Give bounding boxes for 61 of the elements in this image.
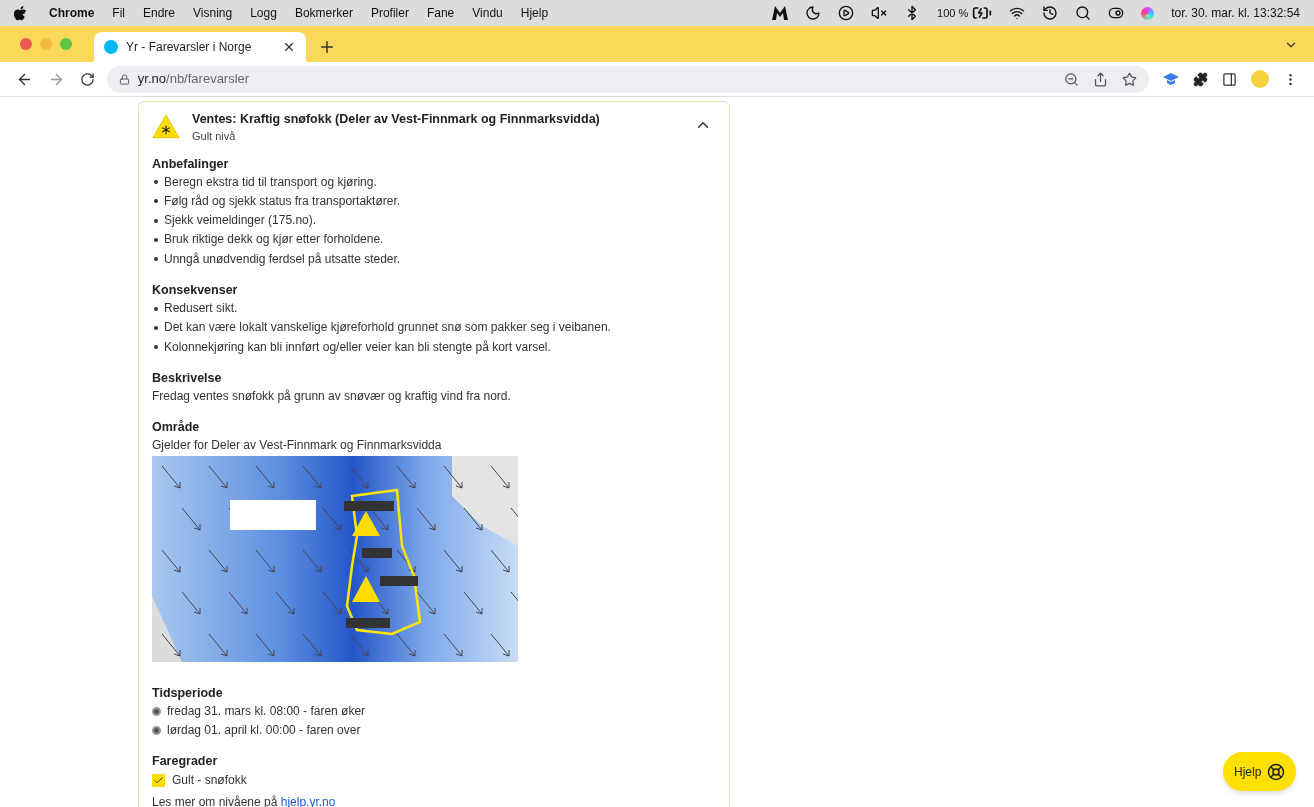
url-host: yr.no xyxy=(137,70,167,89)
section-heading: Tidsperiode xyxy=(152,684,224,702)
battery-percent: 100 % xyxy=(937,5,969,21)
new-tab-icon[interactable] xyxy=(318,38,336,56)
section-heading: Faregrader xyxy=(152,752,219,770)
help-button[interactable]: Hjelp xyxy=(1223,752,1297,791)
section-heading: Konsekvenser xyxy=(152,282,239,299)
menu-item[interactable]: Vindu xyxy=(472,4,503,22)
close-icon[interactable] xyxy=(282,40,296,54)
lifebuoy-icon xyxy=(1267,762,1286,781)
address-bar[interactable]: yr.no/nb/farevarsler xyxy=(106,65,1149,93)
section-heading: Anbefalinger xyxy=(152,155,230,173)
menu-item[interactable]: Hjelp xyxy=(520,4,549,22)
list-item-text: Beregn ekstra tid til transport og kjøring. xyxy=(164,173,377,191)
menu-item[interactable]: Fil xyxy=(112,4,125,22)
time-period-text: lørdag 01. april kl. 00:00 - faren over xyxy=(167,721,361,739)
clock-icon[interactable] xyxy=(1042,5,1059,21)
list-item-text: Følg råd og sjekk status fra transportaktører. xyxy=(164,192,401,210)
list-item-text: Det kan være lokalt vanskelige kjøreforhold grunnet snø som pakker seg i veibanen. xyxy=(164,319,611,337)
zoom-out-icon[interactable] xyxy=(1064,71,1079,87)
menu-item[interactable]: Fane xyxy=(426,4,455,22)
site-favicon-icon xyxy=(104,40,118,54)
m-logo-icon[interactable] xyxy=(772,6,789,20)
menu-item[interactable]: Bokmerker xyxy=(294,4,353,22)
time-period-text: fredag 31. mars kl. 08:00 - faren øker xyxy=(167,702,366,720)
menu-item[interactable]: Logg xyxy=(250,4,277,22)
warning-snowflake-icon xyxy=(152,114,180,139)
area-text: Gjelder for Deler av Vest-Finnmark og Finnmarksvidda xyxy=(152,436,443,454)
lock-icon xyxy=(118,73,130,85)
graduation-cap-icon[interactable] xyxy=(1163,72,1179,86)
menu-item[interactable]: Visning xyxy=(193,4,233,22)
menubar-clock[interactable]: tor. 30. mar. kl. 13:32:54 xyxy=(1171,4,1300,22)
wifi-icon[interactable] xyxy=(1009,5,1026,21)
share-icon[interactable] xyxy=(1093,71,1108,87)
menu-item[interactable]: Profiler xyxy=(370,4,409,22)
mute-icon[interactable] xyxy=(871,5,888,21)
extensions-icon[interactable] xyxy=(1193,71,1208,87)
warning-title: Ventes: Kraftig snøfokk (Deler av Vest-Finnmark og Finnmarksvidda) xyxy=(192,111,600,128)
browser-tab[interactable]: Yr - Farevarsler i Norge xyxy=(94,32,306,62)
section-heading: Område xyxy=(152,418,201,436)
apple-logo-icon[interactable] xyxy=(14,5,27,21)
star-icon[interactable] xyxy=(1122,71,1137,87)
list-item-text: Bruk riktige dekk og kjør etter forholdene. xyxy=(164,231,384,249)
warning-level: Gult nivå xyxy=(192,129,237,144)
list-item-text: Redusert sikt. xyxy=(164,300,238,317)
control-center-icon[interactable] xyxy=(1108,5,1125,21)
url-path: /nb/farevarsler xyxy=(166,70,250,89)
list-item-text: Sjekk veimeldinger (175.no). xyxy=(164,212,317,230)
section-heading: Beskrivelse xyxy=(152,369,223,387)
reload-icon[interactable] xyxy=(79,71,95,87)
list-item-text: Unngå unødvendig ferdsel på utsatte steder. xyxy=(164,250,401,268)
description-text: Fredag ventes snøfokk på grunn av snøvær og kraftig vind fra nord. xyxy=(152,387,512,405)
moon-icon[interactable] xyxy=(805,5,822,21)
list-item-text: Kolonnekjøring kan bli innført og/eller veier kan bli stengte på kort varsel. xyxy=(164,338,551,356)
side-panel-icon[interactable] xyxy=(1222,71,1237,87)
play-icon[interactable] xyxy=(838,5,855,21)
tab-title: Yr - Farevarsler i Norge xyxy=(126,39,252,56)
level-label: Gult - snøfokk xyxy=(172,771,247,789)
menu-item[interactable]: Endre xyxy=(143,4,176,22)
search-icon[interactable] xyxy=(1075,5,1092,21)
app-menu[interactable]: Chrome xyxy=(49,4,95,22)
